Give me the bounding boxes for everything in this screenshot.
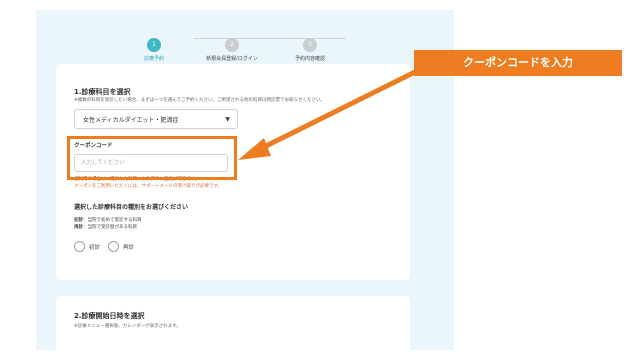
- section-1-note: ※複数の科目を受診したい場合、まずは一つを選んでご予約ください。ご希望される他の…: [74, 98, 325, 103]
- department-select[interactable]: 女性メディカルダイエット・肥満症 ▼: [74, 109, 238, 129]
- step-3-label: 予約内容確認: [294, 56, 325, 62]
- department-select-value: 女性メディカルダイエット・肥満症: [83, 117, 179, 124]
- page: 1 診療予約 2 新規会員登録/ログイン 3 予約内容確認 1.診療科目を選択 …: [0, 0, 640, 360]
- visit-type-title: 選択した診療科目の種別をお選びください: [74, 204, 189, 211]
- coupon-highlight-box: [67, 136, 237, 180]
- radio-circle[interactable]: [74, 241, 85, 252]
- step-3: 3 予約内容確認: [270, 31, 350, 62]
- booking-form-screen: 1 診療予約 2 新規会員登録/ログイン 3 予約内容確認 1.診療科目を選択 …: [36, 10, 454, 350]
- section-2-note: ※診療メニュー選択後、カレンダーが表示されます。: [74, 324, 181, 329]
- step-1-indicator: 1: [147, 38, 161, 52]
- first-visit-description: 初診：当院で初めて受診する科目: [74, 218, 142, 223]
- chevron-down-icon: ▼: [225, 116, 230, 123]
- step-2: 2 新規会員登録/ログイン: [192, 31, 272, 62]
- section-1-title: 1.診療科目を選択: [74, 88, 131, 96]
- return-visit-radio-label: 再診: [123, 245, 135, 251]
- datetime-selection-card: 2.診療開始日時を選択 ※診療メニュー選択後、カレンダーが表示されます。: [56, 296, 410, 350]
- step-1: 1 診療予約: [114, 31, 194, 62]
- annotation-callout: クーポンコードを入力: [414, 50, 622, 76]
- step-2-indicator: 2: [225, 38, 239, 52]
- coupon-warning: クーポンをご利用いただくには、サポートメールの受け取りが必要です。: [74, 184, 223, 189]
- step-2-label: 新規会員登録/ログイン: [206, 56, 258, 62]
- step-1-label: 診療予約: [143, 56, 164, 62]
- return-visit-description: 再診：当院で受診歴がある科目: [74, 225, 137, 230]
- radio-circle[interactable]: [108, 241, 119, 252]
- step-3-indicator: 3: [303, 38, 317, 52]
- section-2-title: 2.診療開始日時を選択: [74, 312, 145, 320]
- first-visit-radio-label: 初診: [89, 245, 101, 251]
- progress-stepper: 1 診療予約 2 新規会員登録/ログイン 3 予約内容確認: [36, 10, 454, 70]
